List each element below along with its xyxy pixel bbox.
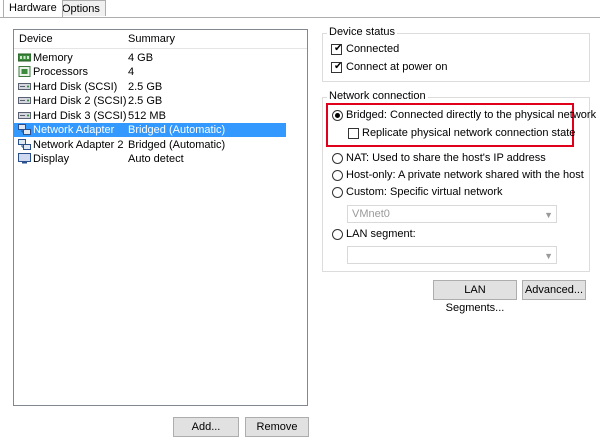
device-row-memory[interactable]: Memory 4 GB [14,51,286,65]
device-summary: 2.5 GB [128,95,163,107]
hard-disk-icon [18,112,31,119]
device-status-title: Device status [327,26,398,38]
connected-checkbox[interactable]: ✔ [331,43,343,55]
device-row-network-adapter-2[interactable]: Network Adapter 2 Bridged (Automatic) [14,138,286,152]
device-status-group [322,33,590,82]
nat-radio[interactable] [332,153,343,164]
device-list[interactable]: Device Summary Memory 4 GB Processors 4 … [13,29,308,406]
nat-label[interactable]: NAT: Used to share the host's IP address [346,152,546,164]
add-button[interactable]: Add... [173,417,239,437]
network-adapter-icon [18,139,31,150]
device-row-display[interactable]: Display Auto detect [14,152,286,166]
checkmark-icon: ✔ [334,61,343,72]
lan-segment-radio[interactable] [332,229,343,240]
custom-label[interactable]: Custom: Specific virtual network [346,186,503,198]
device-row-hard-disk-2[interactable]: Hard Disk 2 (SCSI) 2.5 GB [14,94,286,108]
replicate-label[interactable]: Replicate physical network connection st… [362,127,575,139]
tab-options[interactable]: Options [56,0,106,16]
replicate-checkbox[interactable] [348,128,359,139]
device-name: Processors [33,66,89,78]
hard-disk-icon [18,97,31,104]
host-only-label[interactable]: Host-only: A private network shared with… [346,169,584,181]
bridged-label[interactable]: Bridged: Connected directly to the physi… [346,109,596,121]
lan-segment-label[interactable]: LAN segment: [346,228,416,240]
device-name: Network Adapter [33,124,115,136]
device-row-processors[interactable]: Processors 4 [14,65,286,79]
checkmark-icon: ✔ [334,43,343,54]
network-connection-title: Network connection [327,90,428,102]
connect-at-power-on-label[interactable]: Connect at power on [346,61,448,73]
device-list-header: Device Summary [14,30,307,49]
device-summary: Bridged (Automatic) [128,124,226,136]
chevron-down-icon: ▼ [544,210,553,220]
chevron-down-icon: ▼ [544,251,553,261]
device-row-network-adapter[interactable]: Network Adapter Bridged (Automatic) [14,123,286,137]
host-only-radio[interactable] [332,170,343,181]
device-summary: 4 [128,66,135,78]
bridged-radio[interactable] [332,110,343,121]
device-summary: Bridged (Automatic) [128,139,226,151]
display-icon [18,153,31,164]
device-name: Hard Disk (SCSI) [33,81,118,93]
device-summary: 512 MB [128,110,166,122]
column-header-summary[interactable]: Summary [128,33,175,45]
device-name: Hard Disk 2 (SCSI) [33,95,127,107]
tab-divider [0,17,600,18]
device-row-hard-disk-1[interactable]: Hard Disk (SCSI) 2.5 GB [14,80,286,94]
custom-radio[interactable] [332,187,343,198]
device-name: Display [33,153,70,165]
device-summary: 2.5 GB [128,81,163,93]
custom-network-value: VMnet0 [352,208,390,220]
device-name: Network Adapter 2 [33,139,124,151]
device-summary: Auto detect [128,153,184,165]
hard-disk-icon [18,83,31,90]
processor-icon [18,66,31,77]
device-row-hard-disk-3[interactable]: Hard Disk 3 (SCSI) 512 MB [14,109,286,123]
connected-label[interactable]: Connected [346,43,399,55]
column-header-device[interactable]: Device [19,33,53,45]
remove-button[interactable]: Remove [245,417,309,437]
custom-network-select[interactable]: VMnet0 ▼ [347,205,557,223]
device-summary: 4 GB [128,52,154,64]
device-name: Hard Disk 3 (SCSI) [33,110,127,122]
connect-at-power-on-checkbox[interactable]: ✔ [331,61,343,73]
advanced-button[interactable]: Advanced... [522,280,586,300]
lan-segments-button[interactable]: LAN Segments... [433,280,517,314]
lan-segment-select[interactable]: ▼ [347,246,557,264]
memory-icon [18,53,31,62]
device-name: Memory [33,52,73,64]
network-adapter-icon [18,124,31,135]
tab-hardware[interactable]: Hardware [3,0,63,17]
